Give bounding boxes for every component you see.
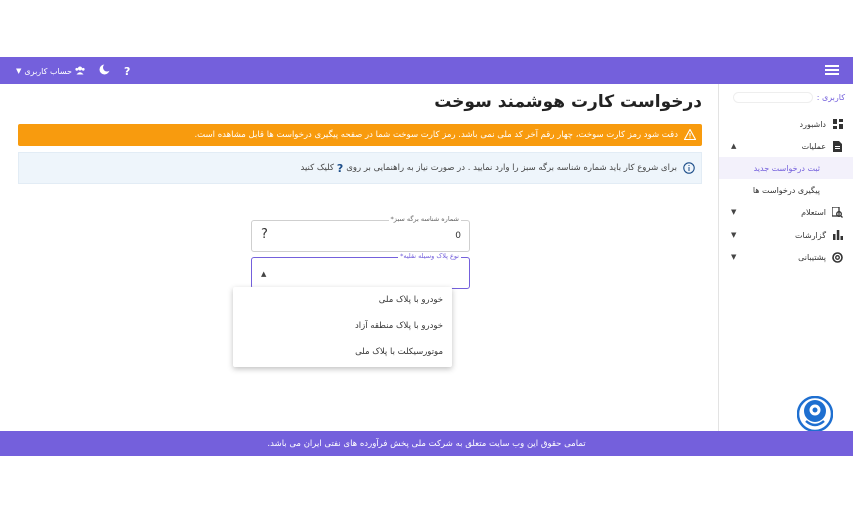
- sidebar-item-label: عملیات: [801, 141, 826, 151]
- hamburger-icon[interactable]: [825, 63, 839, 77]
- sidebar-item-reports[interactable]: گزارشات ▼: [719, 225, 853, 245]
- user-name-box: [732, 92, 813, 103]
- plate-type-select[interactable]: نوع پلاک وسیله نقلیه* ▲: [251, 252, 470, 289]
- green-sheet-label: شماره شناسه برگه سبز*: [388, 215, 461, 223]
- user-group-icon: [75, 66, 85, 77]
- footer-text: تمامی حقوق این وب سایت متعلق به شرکت ملی…: [267, 438, 586, 449]
- green-sheet-help-icon[interactable]: ?: [261, 227, 268, 242]
- sidebar-item-dashboard[interactable]: داشبورد: [719, 114, 853, 134]
- plate-type-dropdown: خودرو با پلاک ملی خودرو با پلاک منطقه آز…: [233, 287, 452, 367]
- sidebar-item-label: پشتیبانی: [798, 252, 826, 262]
- topbar-actions: ▼ حساب کاربری ?: [16, 63, 130, 79]
- moon-icon[interactable]: [99, 63, 111, 78]
- chevron-down-icon: ▼: [731, 253, 737, 261]
- sidebar: کاربری : داشبورد عملیات ▲ ثبت درخواست جد…: [718, 84, 853, 431]
- warning-text: دقت شود رمز کارت سوخت، چهار رقم آخر کد م…: [194, 130, 678, 140]
- sidebar-item-operations[interactable]: عملیات ▲: [719, 136, 853, 156]
- dropdown-option[interactable]: خودرو با پلاک ملی: [233, 287, 452, 313]
- app-window: ▼ حساب کاربری ? کاربری : داشبورد عملیات …: [0, 57, 853, 456]
- footer: تمامی حقوق این وب سایت متعلق به شرکت ملی…: [0, 431, 853, 456]
- account-label: حساب کاربری: [24, 66, 72, 76]
- user-info: کاربری :: [732, 92, 845, 103]
- dashboard-icon: [832, 119, 843, 130]
- sidebar-item-label: ثبت درخواست جدید: [753, 163, 820, 173]
- search-doc-icon: [832, 206, 843, 218]
- chevron-down-icon: ▼: [16, 67, 22, 75]
- account-menu[interactable]: ▼ حساب کاربری: [16, 66, 85, 77]
- document-icon: [832, 140, 843, 152]
- dropdown-option[interactable]: موتورسیکلت با پلاک ملی: [233, 339, 452, 365]
- chevron-down-icon: ▼: [731, 231, 737, 239]
- page-title: درخواست کارت هوشمند سوخت: [434, 92, 702, 112]
- user-label: کاربری :: [816, 93, 845, 102]
- info-text-end: کلیک کنید: [300, 163, 334, 173]
- sidebar-item-new-request[interactable]: ثبت درخواست جدید: [719, 157, 853, 179]
- warning-icon: [684, 129, 696, 141]
- sidebar-item-track-requests[interactable]: پیگیری درخواست ها: [719, 179, 853, 201]
- chevron-up-icon: ▲: [261, 270, 267, 278]
- sidebar-item-inquiry[interactable]: استعلام ▼: [719, 202, 853, 222]
- chevron-up-icon: ▲: [731, 142, 737, 150]
- brand-logo-icon: [796, 395, 834, 433]
- bar-chart-icon: [832, 230, 843, 241]
- help-icon[interactable]: ?: [124, 65, 130, 78]
- info-help-link[interactable]: ?: [337, 162, 343, 175]
- info-alert: برای شروع کار باید شماره شناسه برگه سبز …: [18, 152, 702, 184]
- top-bar: ▼ حساب کاربری ?: [0, 57, 853, 84]
- sidebar-item-support[interactable]: پشتیبانی ▼: [719, 247, 853, 267]
- sidebar-item-label: گزارشات: [795, 230, 826, 240]
- support-icon: [832, 251, 843, 263]
- green-sheet-field[interactable]: شماره شناسه برگه سبز* 0 ?: [251, 215, 470, 252]
- sidebar-item-label: پیگیری درخواست ها: [752, 185, 820, 195]
- chevron-down-icon: ▼: [731, 208, 737, 216]
- warning-alert: دقت شود رمز کارت سوخت، چهار رقم آخر کد م…: [18, 124, 702, 146]
- info-text: برای شروع کار باید شماره شناسه برگه سبز …: [346, 163, 677, 173]
- sidebar-item-label: استعلام: [801, 207, 826, 217]
- green-sheet-value: 0: [455, 231, 461, 241]
- plate-type-label: نوع پلاک وسیله نقلیه*: [398, 252, 461, 260]
- dropdown-option[interactable]: خودرو با پلاک منطقه آزاد: [233, 313, 452, 339]
- info-icon: [683, 162, 695, 174]
- sidebar-item-label: داشبورد: [799, 119, 826, 129]
